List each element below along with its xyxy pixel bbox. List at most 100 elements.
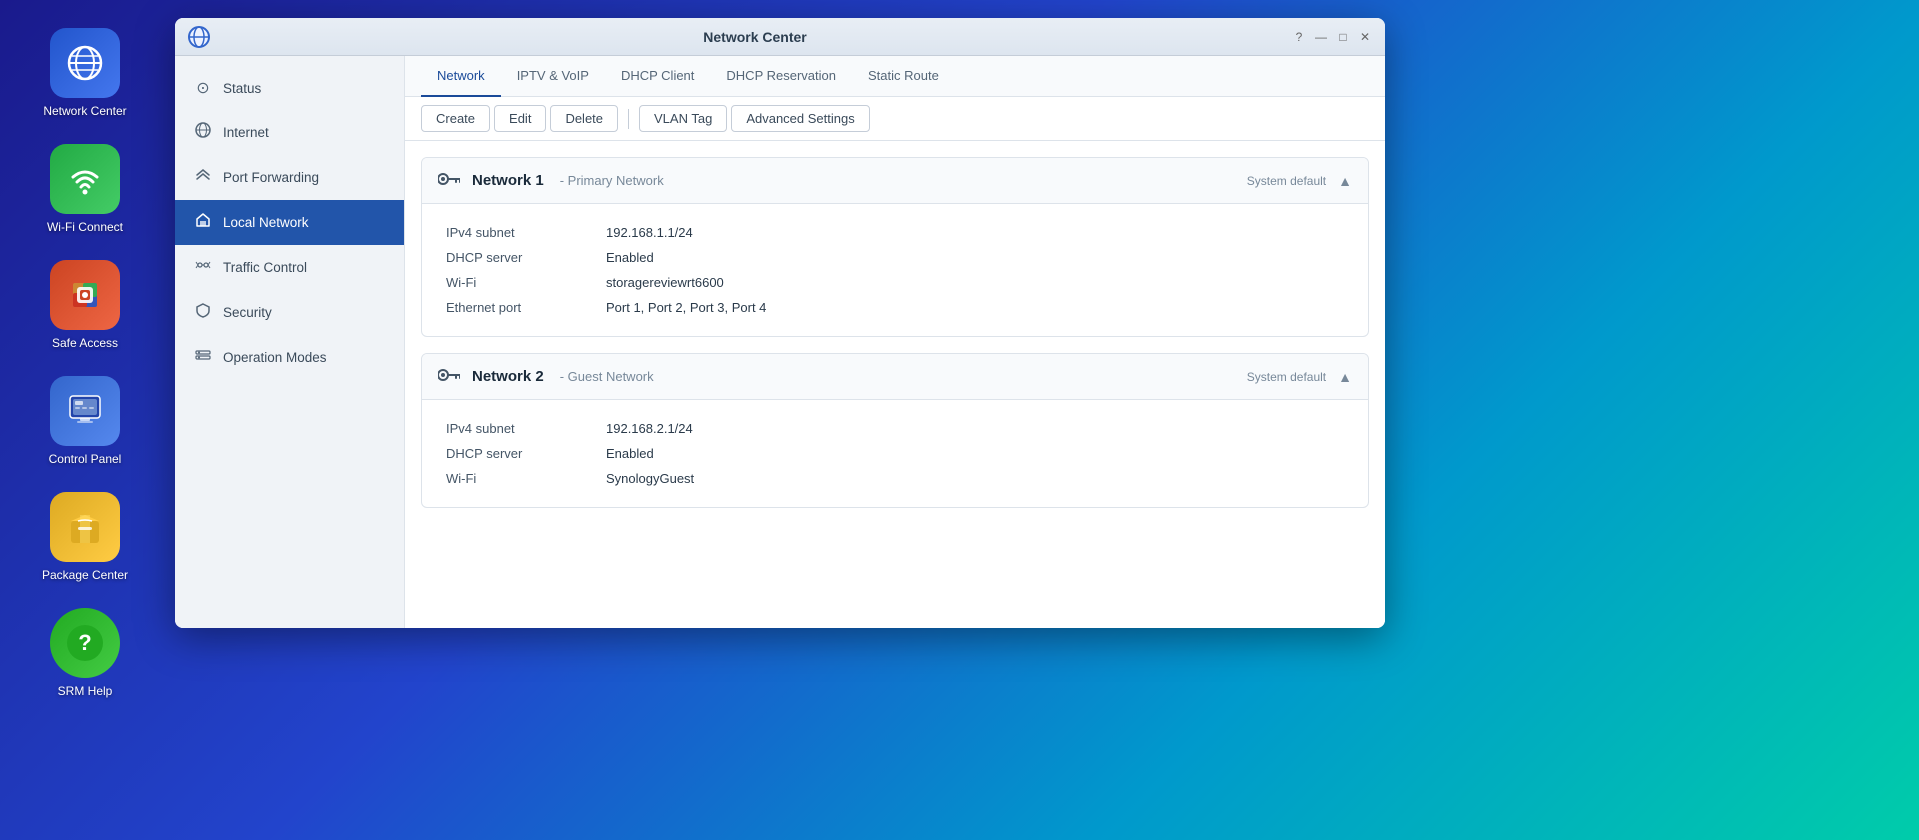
network1-dhcp-label: DHCP server — [446, 250, 606, 265]
close-button[interactable]: ✕ — [1357, 29, 1373, 45]
control-panel-icon — [50, 376, 120, 446]
vlan-tag-button[interactable]: VLAN Tag — [639, 105, 727, 132]
network2-wifi-value: SynologyGuest — [606, 471, 694, 486]
tabs-bar: Network IPTV & VoIP DHCP Client DHCP Res… — [405, 56, 1385, 97]
sidebar-label-srm-help: SRM Help — [58, 684, 113, 698]
minimize-button[interactable]: — — [1313, 29, 1329, 45]
network2-body: IPv4 subnet 192.168.2.1/24 DHCP server E… — [422, 400, 1368, 507]
nav-label-security: Security — [223, 305, 272, 320]
tab-iptv-voip[interactable]: IPTV & VoIP — [501, 56, 605, 97]
tab-network[interactable]: Network — [421, 56, 501, 97]
network1-header-right: System default ▲ — [1247, 173, 1352, 189]
main-content: Network IPTV & VoIP DHCP Client DHCP Res… — [405, 56, 1385, 628]
local-network-nav-icon — [193, 212, 213, 233]
port-forwarding-nav-icon — [193, 167, 213, 188]
network2-key-icon — [438, 366, 460, 387]
network1-wifi-label: Wi-Fi — [446, 275, 606, 290]
maximize-button[interactable]: □ — [1335, 29, 1351, 45]
network1-card: Network 1 - Primary Network System defau… — [421, 157, 1369, 337]
network1-ipv4-label: IPv4 subnet — [446, 225, 606, 240]
sidebar-label-package-center: Package Center — [42, 568, 128, 582]
toolbar: Create Edit Delete VLAN Tag Advanced Set… — [405, 97, 1385, 141]
nav-item-internet[interactable]: Internet — [175, 110, 404, 155]
network2-header: Network 2 - Guest Network System default… — [422, 354, 1368, 400]
network1-row-wifi: Wi-Fi storagereviewrt6600 — [446, 270, 1344, 295]
sidebar: Network Center Wi-Fi Connect — [0, 0, 170, 840]
nav-label-operation-modes: Operation Modes — [223, 350, 327, 365]
sidebar-item-safe-access[interactable]: Safe Access — [15, 252, 155, 358]
tab-static-route[interactable]: Static Route — [852, 56, 955, 97]
tab-dhcp-reservation[interactable]: DHCP Reservation — [710, 56, 852, 97]
nav-item-operation-modes[interactable]: Operation Modes — [175, 335, 404, 380]
tab-dhcp-client[interactable]: DHCP Client — [605, 56, 710, 97]
network1-collapse-button[interactable]: ▲ — [1338, 173, 1352, 189]
network1-header: Network 1 - Primary Network System defau… — [422, 158, 1368, 204]
network1-ethernet-label: Ethernet port — [446, 300, 606, 315]
toolbar-separator — [628, 109, 629, 129]
network2-card: Network 2 - Guest Network System default… — [421, 353, 1369, 508]
network2-ipv4-value: 192.168.2.1/24 — [606, 421, 693, 436]
sidebar-item-package-center[interactable]: Package Center — [15, 484, 155, 590]
create-button[interactable]: Create — [421, 105, 490, 132]
network2-ipv4-label: IPv4 subnet — [446, 421, 606, 436]
network2-name: Network 2 — [472, 368, 544, 385]
network2-row-dhcp: DHCP server Enabled — [446, 441, 1344, 466]
network1-row-ipv4: IPv4 subnet 192.168.1.1/24 — [446, 220, 1344, 245]
network1-wifi-value: storagereviewrt6600 — [606, 275, 724, 290]
sidebar-item-srm-help[interactable]: ? SRM Help — [15, 600, 155, 706]
network1-row-dhcp: DHCP server Enabled — [446, 245, 1344, 270]
delete-button[interactable]: Delete — [550, 105, 618, 132]
left-nav: ⊙ Status Internet — [175, 56, 405, 628]
srm-help-icon: ? — [50, 608, 120, 678]
status-nav-icon: ⊙ — [193, 78, 213, 98]
nav-item-status[interactable]: ⊙ Status — [175, 66, 404, 110]
network1-ethernet-value: Port 1, Port 2, Port 3, Port 4 — [606, 300, 766, 315]
network2-badge: System default — [1247, 370, 1326, 384]
network-center-icon — [50, 28, 120, 98]
network1-name: Network 1 — [472, 172, 544, 189]
sidebar-item-network-center[interactable]: Network Center — [15, 20, 155, 126]
network1-type: - Primary Network — [560, 173, 664, 188]
nav-label-local-network: Local Network — [223, 215, 309, 230]
network2-dhcp-label: DHCP server — [446, 446, 606, 461]
help-button[interactable]: ? — [1291, 29, 1307, 45]
network1-ipv4-value: 192.168.1.1/24 — [606, 225, 693, 240]
svg-text:?: ? — [78, 630, 91, 655]
network2-row-wifi: Wi-Fi SynologyGuest — [446, 466, 1344, 491]
network2-row-ipv4: IPv4 subnet 192.168.2.1/24 — [446, 416, 1344, 441]
network2-type: - Guest Network — [560, 369, 654, 384]
safe-access-icon — [50, 260, 120, 330]
window-title: Network Center — [219, 29, 1291, 45]
main-window: Network Center ? — □ ✕ ⊙ Status — [175, 18, 1385, 628]
window-controls: ? — □ ✕ — [1291, 29, 1373, 45]
advanced-settings-button[interactable]: Advanced Settings — [731, 105, 869, 132]
title-bar-logo-icon — [187, 25, 211, 49]
nav-item-traffic-control[interactable]: Traffic Control — [175, 245, 404, 290]
sidebar-label-network-center: Network Center — [43, 104, 126, 118]
window-body: ⊙ Status Internet — [175, 56, 1385, 628]
sidebar-label-wifi-connect: Wi-Fi Connect — [47, 220, 123, 234]
network1-dhcp-value: Enabled — [606, 250, 654, 265]
nav-item-port-forwarding[interactable]: Port Forwarding — [175, 155, 404, 200]
nav-item-security[interactable]: Security — [175, 290, 404, 335]
edit-button[interactable]: Edit — [494, 105, 546, 132]
network1-body: IPv4 subnet 192.168.1.1/24 DHCP server E… — [422, 204, 1368, 336]
traffic-control-nav-icon — [193, 257, 213, 278]
package-center-icon — [50, 492, 120, 562]
sidebar-label-safe-access: Safe Access — [52, 336, 118, 350]
security-nav-icon — [193, 302, 213, 323]
internet-nav-icon — [193, 122, 213, 143]
title-bar: Network Center ? — □ ✕ — [175, 18, 1385, 56]
sidebar-item-wifi-connect[interactable]: Wi-Fi Connect — [15, 136, 155, 242]
nav-label-status: Status — [223, 81, 261, 96]
network2-collapse-button[interactable]: ▲ — [1338, 369, 1352, 385]
nav-label-port-forwarding: Port Forwarding — [223, 170, 319, 185]
sidebar-label-control-panel: Control Panel — [49, 452, 122, 466]
sidebar-item-control-panel[interactable]: Control Panel — [15, 368, 155, 474]
network2-header-right: System default ▲ — [1247, 369, 1352, 385]
operation-modes-nav-icon — [193, 347, 213, 368]
network1-badge: System default — [1247, 174, 1326, 188]
nav-label-traffic-control: Traffic Control — [223, 260, 307, 275]
network1-row-ethernet: Ethernet port Port 1, Port 2, Port 3, Po… — [446, 295, 1344, 320]
nav-item-local-network[interactable]: Local Network — [175, 200, 404, 245]
